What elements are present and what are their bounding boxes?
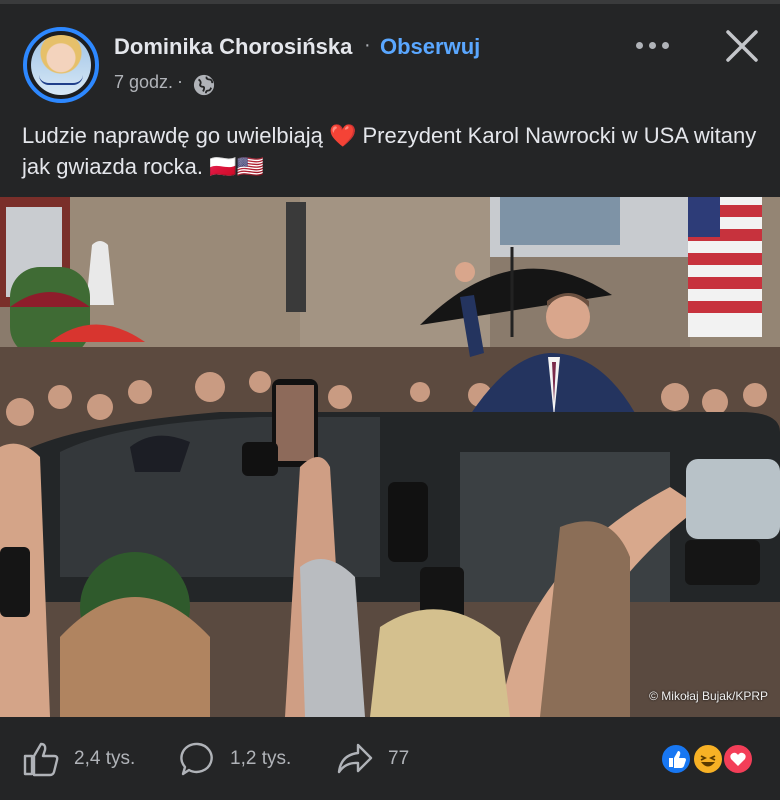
post-time[interactable]: 7 godz.	[114, 72, 173, 93]
like-reaction-icon	[660, 743, 692, 775]
post-actions-bar: 2,4 tys. 1,2 tys. 77	[0, 717, 780, 800]
thumbs-up-icon	[23, 742, 59, 777]
like-count: 2,4 tys.	[74, 748, 136, 769]
comment-count: 1,2 tys.	[230, 748, 292, 769]
close-icon[interactable]	[722, 26, 762, 66]
love-reaction-icon	[722, 743, 754, 775]
share-button[interactable]: 77	[336, 741, 409, 777]
follow-button[interactable]: Obserwuj	[380, 34, 480, 60]
globe-icon	[193, 74, 215, 96]
post-photo[interactable]: © Mikołaj Bujak/KPRP	[0, 197, 780, 717]
share-count: 77	[388, 748, 410, 769]
photo-illustration	[0, 197, 780, 717]
avatar[interactable]	[23, 27, 99, 103]
like-button[interactable]: 2,4 tys.	[22, 741, 135, 777]
avatar-photo	[31, 35, 91, 95]
haha-reaction-icon	[692, 743, 724, 775]
share-icon	[337, 743, 373, 774]
photo-credit: © Mikołaj Bujak/KPRP	[649, 689, 768, 703]
reactions-summary[interactable]	[660, 743, 756, 777]
comment-button[interactable]: 1,2 tys.	[180, 741, 291, 777]
comment-icon	[180, 742, 213, 776]
post-header: Dominika Chorosińska · Obserwuj 7 godz. …	[0, 4, 780, 112]
avatar-signature	[39, 75, 83, 85]
post-text: Ludzie naprawdę go uwielbiają ❤️ Prezyde…	[22, 123, 757, 179]
name-separator: ·	[364, 34, 371, 56]
author-name[interactable]: Dominika Chorosińska	[114, 34, 352, 60]
time-separator: ·	[177, 71, 183, 91]
more-icon[interactable]	[630, 26, 674, 62]
